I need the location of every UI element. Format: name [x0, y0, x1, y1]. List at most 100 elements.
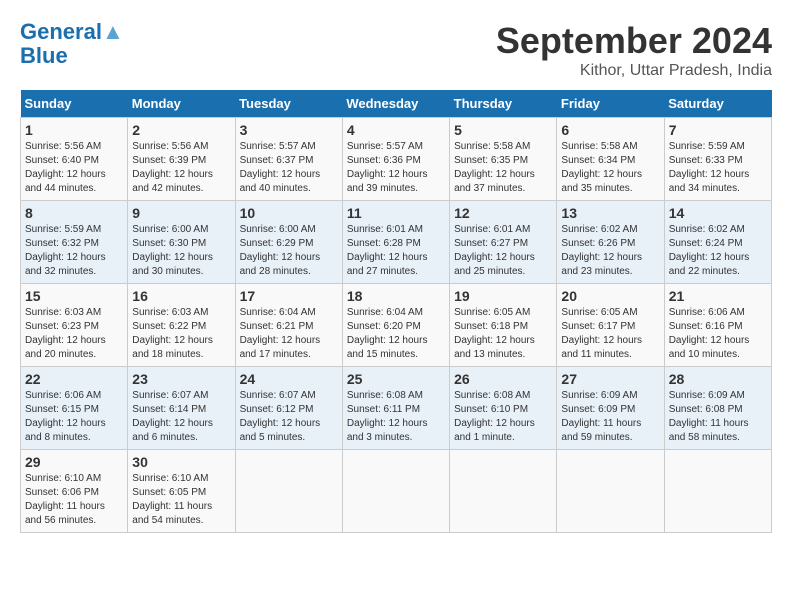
calendar-week-2: 8 Sunrise: 5:59 AMSunset: 6:32 PMDaylight…	[21, 201, 772, 284]
day-info: Sunrise: 5:56 AMSunset: 6:39 PMDaylight:…	[132, 140, 230, 196]
day-info: Sunrise: 6:04 AMSunset: 6:20 PMDaylight:…	[347, 306, 445, 362]
calendar-cell: 29Sunrise: 6:10 AMSunset: 6:06 PMDayligh…	[21, 450, 128, 533]
day-info: Sunrise: 6:06 AMSunset: 6:15 PMDaylight:…	[25, 389, 123, 445]
day-number: 1	[25, 122, 123, 138]
calendar-cell: 25Sunrise: 6:08 AMSunset: 6:11 PMDayligh…	[342, 367, 449, 450]
calendar-cell: 23 Sunrise: 6:07 AMSunset: 6:14 PMDayligh…	[128, 367, 235, 450]
calendar-cell: 8 Sunrise: 5:59 AMSunset: 6:32 PMDaylight…	[21, 201, 128, 284]
calendar-cell: 30Sunrise: 6:10 AMSunset: 6:05 PMDayligh…	[128, 450, 235, 533]
logo: General▲ Blue	[20, 20, 124, 68]
calendar-cell: 14 Sunrise: 6:02 AMSunset: 6:24 PMDayligh…	[664, 201, 771, 284]
day-number: 20	[561, 288, 659, 304]
calendar-week-4: 22 Sunrise: 6:06 AMSunset: 6:15 PMDayligh…	[21, 367, 772, 450]
day-number: 29	[25, 454, 123, 470]
day-info: Sunrise: 6:00 AMSunset: 6:29 PMDaylight:…	[240, 223, 338, 279]
weekday-header-saturday: Saturday	[664, 90, 771, 118]
day-number: 19	[454, 288, 552, 304]
day-number: 15	[25, 288, 123, 304]
calendar-cell: 12Sunrise: 6:01 AMSunset: 6:27 PMDayligh…	[450, 201, 557, 284]
weekday-header-wednesday: Wednesday	[342, 90, 449, 118]
day-number: 10	[240, 205, 338, 221]
calendar-cell: 2 Sunrise: 5:56 AMSunset: 6:39 PMDaylight…	[128, 118, 235, 201]
calendar-cell: 7 Sunrise: 5:59 AMSunset: 6:33 PMDaylight…	[664, 118, 771, 201]
calendar-table: SundayMondayTuesdayWednesdayThursdayFrid…	[20, 90, 772, 533]
calendar-cell	[557, 450, 664, 533]
weekday-header-tuesday: Tuesday	[235, 90, 342, 118]
day-number: 4	[347, 122, 445, 138]
day-number: 13	[561, 205, 659, 221]
title-section: September 2024 Kithor, Uttar Pradesh, In…	[496, 20, 772, 80]
day-info: Sunrise: 5:59 AMSunset: 6:32 PMDaylight:…	[25, 223, 123, 279]
calendar-cell: 13 Sunrise: 6:02 AMSunset: 6:26 PMDayligh…	[557, 201, 664, 284]
day-info: Sunrise: 6:00 AMSunset: 6:30 PMDaylight:…	[132, 223, 230, 279]
calendar-cell	[342, 450, 449, 533]
calendar-cell: 21 Sunrise: 6:06 AMSunset: 6:16 PMDayligh…	[664, 284, 771, 367]
calendar-cell: 15 Sunrise: 6:03 AMSunset: 6:23 PMDayligh…	[21, 284, 128, 367]
calendar-cell: 19 Sunrise: 6:05 AMSunset: 6:18 PMDayligh…	[450, 284, 557, 367]
day-info: Sunrise: 5:59 AMSunset: 6:33 PMDaylight:…	[669, 140, 767, 196]
calendar-cell: 28Sunrise: 6:09 AMSunset: 6:08 PMDayligh…	[664, 367, 771, 450]
calendar-cell: 16 Sunrise: 6:03 AMSunset: 6:22 PMDayligh…	[128, 284, 235, 367]
page-header: General▲ Blue September 2024 Kithor, Utt…	[20, 20, 772, 80]
day-info: Sunrise: 6:03 AMSunset: 6:22 PMDaylight:…	[132, 306, 230, 362]
day-number: 2	[132, 122, 230, 138]
day-info: Sunrise: 5:57 AMSunset: 6:37 PMDaylight:…	[240, 140, 338, 196]
location-subtitle: Kithor, Uttar Pradesh, India	[496, 62, 772, 80]
day-info: Sunrise: 6:02 AMSunset: 6:26 PMDaylight:…	[561, 223, 659, 279]
day-info: Sunrise: 6:04 AMSunset: 6:21 PMDaylight:…	[240, 306, 338, 362]
calendar-cell: 22 Sunrise: 6:06 AMSunset: 6:15 PMDayligh…	[21, 367, 128, 450]
day-number: 14	[669, 205, 767, 221]
day-number: 16	[132, 288, 230, 304]
day-number: 22	[25, 371, 123, 387]
weekday-header-friday: Friday	[557, 90, 664, 118]
calendar-cell: 1 Sunrise: 5:56 AMSunset: 6:40 PMDaylight…	[21, 118, 128, 201]
calendar-week-1: 1 Sunrise: 5:56 AMSunset: 6:40 PMDaylight…	[21, 118, 772, 201]
calendar-cell: 6 Sunrise: 5:58 AMSunset: 6:34 PMDaylight…	[557, 118, 664, 201]
day-info: Sunrise: 6:05 AMSunset: 6:18 PMDaylight:…	[454, 306, 552, 362]
day-info: Sunrise: 6:06 AMSunset: 6:16 PMDaylight:…	[669, 306, 767, 362]
calendar-cell: 4Sunrise: 5:57 AMSunset: 6:36 PMDaylight…	[342, 118, 449, 201]
calendar-cell: 20 Sunrise: 6:05 AMSunset: 6:17 PMDayligh…	[557, 284, 664, 367]
calendar-cell: 9Sunrise: 6:00 AMSunset: 6:30 PMDaylight…	[128, 201, 235, 284]
day-number: 3	[240, 122, 338, 138]
day-info: Sunrise: 6:07 AMSunset: 6:14 PMDaylight:…	[132, 389, 230, 445]
day-number: 21	[669, 288, 767, 304]
day-info: Sunrise: 5:58 AMSunset: 6:35 PMDaylight:…	[454, 140, 552, 196]
day-info: Sunrise: 6:09 AMSunset: 6:09 PMDaylight:…	[561, 389, 659, 445]
day-info: Sunrise: 6:03 AMSunset: 6:23 PMDaylight:…	[25, 306, 123, 362]
calendar-cell: 24Sunrise: 6:07 AMSunset: 6:12 PMDayligh…	[235, 367, 342, 450]
calendar-cell: 17 Sunrise: 6:04 AMSunset: 6:21 PMDayligh…	[235, 284, 342, 367]
calendar-cell: 3 Sunrise: 5:57 AMSunset: 6:37 PMDaylight…	[235, 118, 342, 201]
day-info: Sunrise: 5:56 AMSunset: 6:40 PMDaylight:…	[25, 140, 123, 196]
day-number: 7	[669, 122, 767, 138]
day-info: Sunrise: 5:58 AMSunset: 6:34 PMDaylight:…	[561, 140, 659, 196]
day-info: Sunrise: 6:07 AMSunset: 6:12 PMDaylight:…	[240, 389, 338, 445]
calendar-cell: 27 Sunrise: 6:09 AMSunset: 6:09 PMDayligh…	[557, 367, 664, 450]
logo-line1: General	[20, 19, 102, 44]
day-number: 23	[132, 371, 230, 387]
day-info: Sunrise: 6:01 AMSunset: 6:28 PMDaylight:…	[347, 223, 445, 279]
weekday-header-sunday: Sunday	[21, 90, 128, 118]
day-number: 8	[25, 205, 123, 221]
logo-line2: Blue	[20, 44, 124, 68]
calendar-cell: 10 Sunrise: 6:00 AMSunset: 6:29 PMDayligh…	[235, 201, 342, 284]
day-number: 25	[347, 371, 445, 387]
logo-text: General▲	[20, 20, 124, 44]
day-number: 17	[240, 288, 338, 304]
weekday-header-monday: Monday	[128, 90, 235, 118]
day-number: 28	[669, 371, 767, 387]
day-info: Sunrise: 6:05 AMSunset: 6:17 PMDaylight:…	[561, 306, 659, 362]
weekday-header-thursday: Thursday	[450, 90, 557, 118]
calendar-cell: 18Sunrise: 6:04 AMSunset: 6:20 PMDayligh…	[342, 284, 449, 367]
calendar-cell: 5Sunrise: 5:58 AMSunset: 6:35 PMDaylight…	[450, 118, 557, 201]
day-info: Sunrise: 6:01 AMSunset: 6:27 PMDaylight:…	[454, 223, 552, 279]
calendar-cell	[450, 450, 557, 533]
calendar-cell	[664, 450, 771, 533]
calendar-cell	[235, 450, 342, 533]
day-info: Sunrise: 6:02 AMSunset: 6:24 PMDaylight:…	[669, 223, 767, 279]
day-number: 26	[454, 371, 552, 387]
weekday-header-row: SundayMondayTuesdayWednesdayThursdayFrid…	[21, 90, 772, 118]
calendar-week-5: 29Sunrise: 6:10 AMSunset: 6:06 PMDayligh…	[21, 450, 772, 533]
day-number: 27	[561, 371, 659, 387]
day-number: 6	[561, 122, 659, 138]
